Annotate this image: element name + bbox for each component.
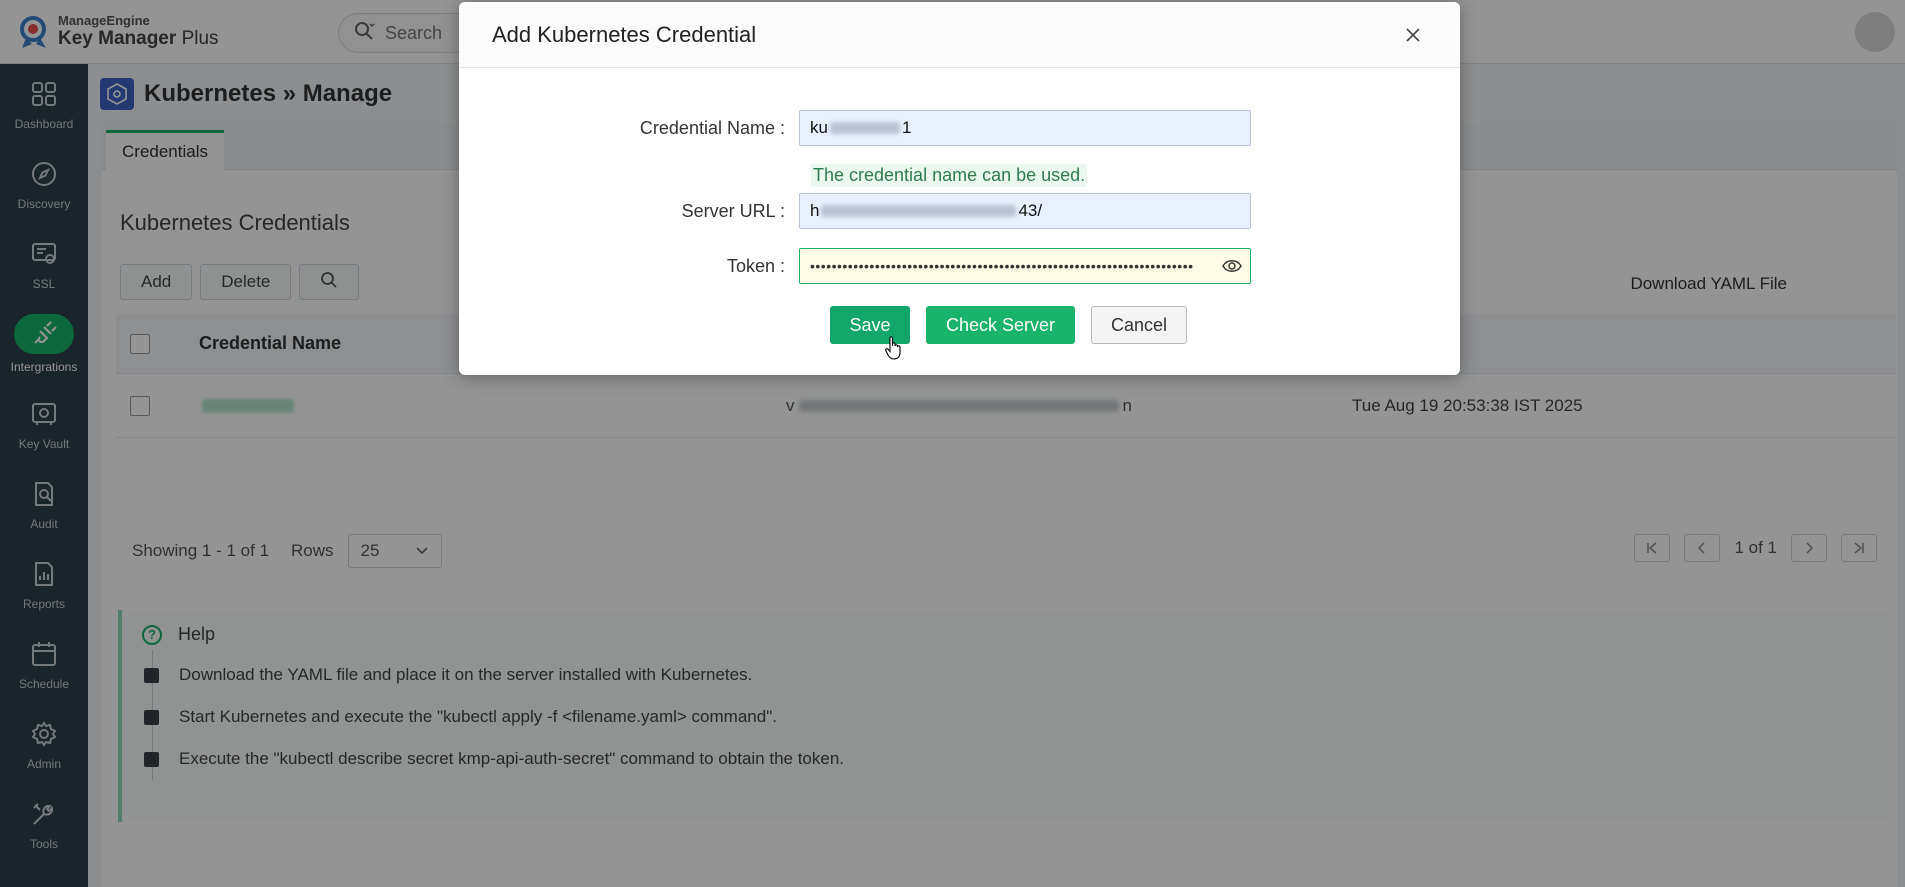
- eye-icon[interactable]: [1222, 258, 1242, 279]
- server-url-label: Server URL :: [681, 200, 785, 221]
- credential-name-row: Credential Name : ku 1: [459, 110, 1251, 146]
- token-label: Token :: [726, 255, 785, 276]
- dialog-header: Add Kubernetes Credential: [459, 2, 1460, 68]
- hand-cursor-icon: [885, 336, 903, 365]
- token-row: Token : ••••••••••••••••••••••••••••••••…: [459, 248, 1251, 284]
- dialog-actions: Save Check Server Cancel: [830, 306, 1187, 344]
- add-credential-dialog: Add Kubernetes Credential Credential Nam…: [459, 2, 1460, 375]
- close-icon: [1404, 28, 1422, 48]
- credential-name-hint: The credential name can be used.: [811, 164, 1088, 187]
- credential-name-label: Credential Name :: [639, 117, 785, 138]
- credential-name-input[interactable]: ku 1: [799, 110, 1251, 146]
- close-button[interactable]: [1404, 26, 1424, 46]
- cancel-button[interactable]: Cancel: [1091, 306, 1187, 344]
- server-url-input[interactable]: h 43/: [799, 193, 1251, 229]
- token-mask: ••••••••••••••••••••••••••••••••••••••••…: [810, 258, 1194, 274]
- server-url-row: Server URL : h 43/: [459, 193, 1251, 229]
- token-input[interactable]: ••••••••••••••••••••••••••••••••••••••••…: [799, 248, 1251, 284]
- check-server-button[interactable]: Check Server: [926, 306, 1075, 344]
- dialog-title: Add Kubernetes Credential: [492, 22, 757, 47]
